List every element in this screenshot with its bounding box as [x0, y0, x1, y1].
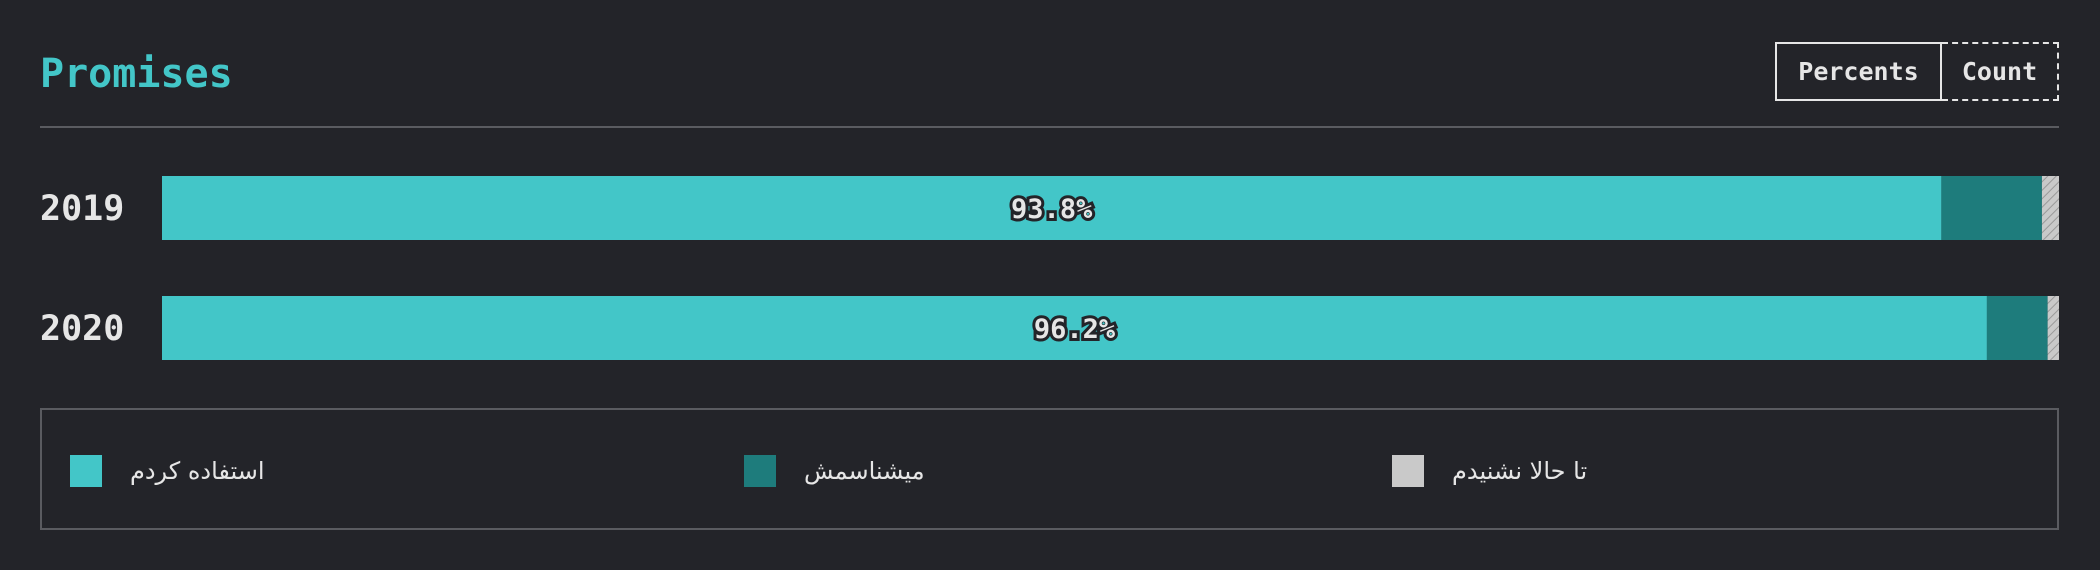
data-label-2019: 93.8% — [1011, 194, 1093, 225]
legend-item-used: استفاده کردم — [70, 455, 265, 487]
bar-2019-know — [1941, 176, 2042, 240]
data-label-2020: 96.2% — [1034, 314, 1116, 345]
category-label-2019: 2019 — [40, 189, 124, 229]
legend-label-used: استفاده کردم — [130, 457, 265, 485]
category-label-2020: 2020 — [40, 309, 124, 349]
legend-swatch-never — [1392, 455, 1424, 487]
legend-item-know: میشناسمش — [744, 455, 925, 487]
legend-swatch-know — [744, 455, 776, 487]
stacked-bar-chart: 2019 93.8% 2020 96.2% — [40, 176, 2059, 360]
legend-swatch-used — [70, 455, 102, 487]
legend: استفاده کردم میشناسمش تا حالا نشنیدم — [40, 408, 2059, 530]
legend-label-know: میشناسمش — [804, 457, 925, 485]
legend-label-never: تا حالا نشنیدم — [1452, 457, 1588, 485]
bar-2019-never — [2041, 176, 2059, 240]
bar-2020-know — [1986, 296, 2048, 360]
legend-item-never: تا حالا نشنیدم — [1392, 455, 1587, 487]
bar-2020-never — [2047, 296, 2059, 360]
